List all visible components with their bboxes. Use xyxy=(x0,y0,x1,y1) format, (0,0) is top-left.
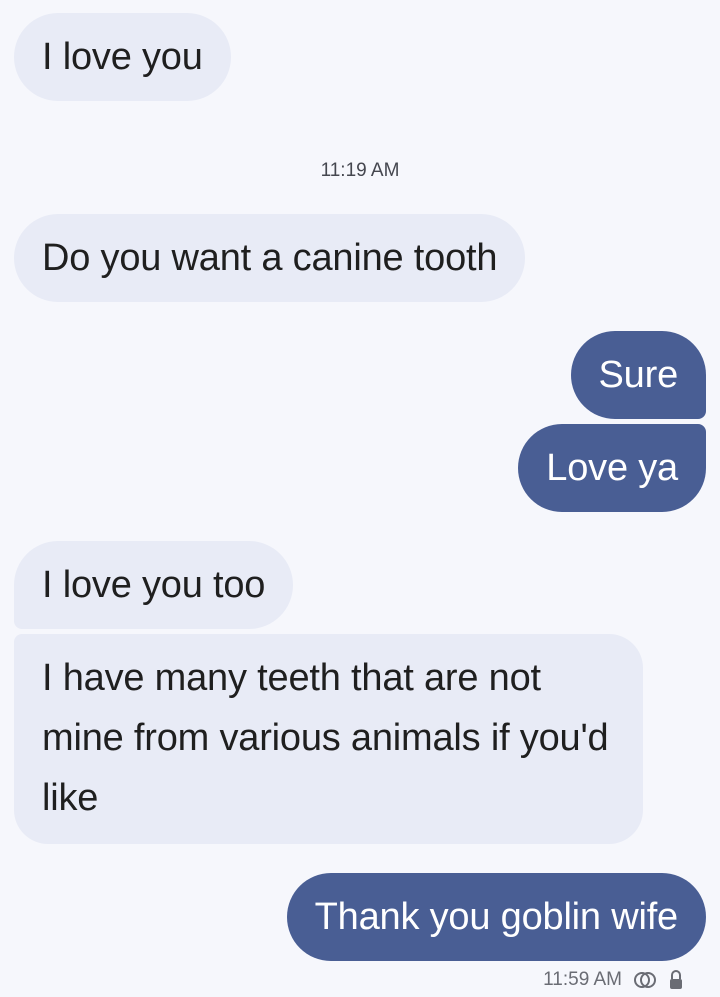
message-thread: I love you 11:19 AM Do you want a canine… xyxy=(0,0,720,990)
outgoing-message-bubble[interactable]: Love ya xyxy=(518,424,706,512)
incoming-message-bubble[interactable]: I love you too xyxy=(14,541,294,629)
footer-timestamp: 11:59 AM xyxy=(543,969,622,990)
incoming-message-bubble[interactable]: Do you want a canine tooth xyxy=(14,214,526,302)
double-check-icon xyxy=(634,969,656,991)
outgoing-message-bubble[interactable]: Thank you goblin wife xyxy=(286,873,706,961)
timestamp-divider: 11:19 AM xyxy=(320,160,400,181)
lock-icon xyxy=(668,969,684,991)
outgoing-message-bubble[interactable]: Sure xyxy=(570,331,706,419)
delivery-status: 11:59 AM xyxy=(543,965,684,995)
incoming-message-bubble[interactable]: I love you xyxy=(14,13,231,101)
incoming-message-bubble[interactable]: I have many teeth that are not mine from… xyxy=(14,634,643,844)
